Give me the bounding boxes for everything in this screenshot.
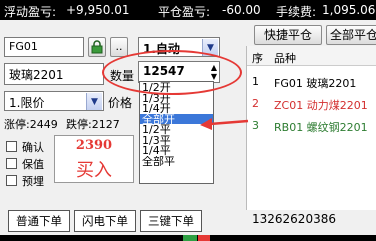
lock-icon (91, 40, 103, 54)
dropdown-option[interactable]: 1/3平 (140, 135, 213, 145)
float-pnl-value: +9,950.01 (66, 3, 130, 17)
dropdown-option[interactable]: 全部平 (140, 156, 213, 166)
table-row[interactable]: 1 FG01 玻璃2201 (247, 70, 376, 90)
more-button[interactable]: .. (110, 37, 128, 57)
fee-value: 1,095.06 (322, 3, 376, 17)
tab-normal-order[interactable]: 普通下单 (8, 210, 70, 232)
dropdown-option[interactable]: 1/2开 (140, 82, 213, 92)
contract-field[interactable]: 玻璃2201 (4, 63, 104, 85)
buy-button[interactable]: 2390 买入 (54, 135, 134, 183)
row-name: RB01 螺纹钢2201 (274, 121, 368, 134)
limit-up-text: 涨停:2449 (4, 118, 58, 131)
table-row[interactable]: 2 ZC01 动力煤2201 (247, 92, 376, 112)
close-pnl-value: -60.00 (222, 3, 261, 17)
close-pnl-label: 平仓盈亏: (158, 5, 211, 19)
mode-value: 1.自动 (143, 42, 180, 56)
preset-checkbox[interactable] (6, 175, 17, 186)
red-arrow-icon (200, 118, 249, 130)
price-label: 价格 (108, 96, 133, 110)
qty-value: 12547 (143, 64, 185, 78)
tab-flash-order[interactable]: 闪电下单 (74, 210, 136, 232)
table-row[interactable]: 3 RB01 螺纹钢2201 (247, 114, 376, 134)
bottom-indicator-red (198, 235, 210, 241)
grid-header: 序 品种 (247, 46, 376, 66)
phone-number: 13262620386 (252, 212, 336, 226)
chevron-down-icon: ▼ (86, 93, 102, 110)
status-bar: 浮动盈亏: +9,950.01 平仓盈亏: -60.00 手续费: 1,095.… (0, 0, 376, 20)
contract-grid: 序 品种 1 FG01 玻璃2201 2 ZC01 动力煤2201 3 RB01… (246, 46, 376, 210)
buy-label: 买入 (76, 160, 112, 181)
quick-close-button[interactable]: 快捷平仓 (254, 25, 322, 45)
stepper-arrows-icon[interactable]: ▲ ▼ (211, 63, 217, 81)
float-pnl-label: 浮动盈亏: (4, 5, 57, 19)
qty-stepper[interactable]: 12547 ▲ ▼ (138, 61, 220, 83)
row-name: ZC01 动力煤2201 (274, 99, 368, 112)
price-type-select[interactable]: 1.限价 ▼ (4, 91, 104, 111)
buy-price: 2390 (75, 138, 113, 153)
limit-down-text: 跌停:2127 (66, 118, 120, 131)
header-name: 品种 (274, 52, 296, 65)
preset-label: 预埋 (22, 175, 44, 188)
qty-dropdown-list[interactable]: 1/2开 1/3开 1/4开 全部开 1/2平 1/3平 1/4平 全部平 (139, 81, 214, 184)
account-field[interactable]: FG01 (4, 37, 84, 57)
mode-select[interactable]: 1.自动 ▼ (138, 37, 220, 57)
close-all-button[interactable]: 全部平仓 (326, 25, 376, 45)
price-type-value: 1.限价 (9, 96, 45, 110)
chevron-down-icon: ▼ (202, 39, 218, 56)
header-no: 序 (252, 52, 263, 65)
qty-label: 数量 (110, 69, 135, 83)
dropdown-option[interactable]: 1/3开 (140, 93, 213, 103)
confirm-checkbox[interactable] (6, 141, 17, 152)
lock-button[interactable] (88, 37, 106, 57)
dropdown-option[interactable]: 1/4平 (140, 145, 213, 155)
tab-three-key-order[interactable]: 三键下单 (140, 210, 202, 232)
row-name: FG01 玻璃2201 (274, 77, 357, 90)
hedge-checkbox[interactable] (6, 158, 17, 169)
hedge-label: 保值 (22, 158, 44, 171)
confirm-label: 确认 (22, 141, 44, 154)
bottom-indicator-green (183, 235, 197, 241)
fee-label: 手续费: (276, 5, 317, 19)
